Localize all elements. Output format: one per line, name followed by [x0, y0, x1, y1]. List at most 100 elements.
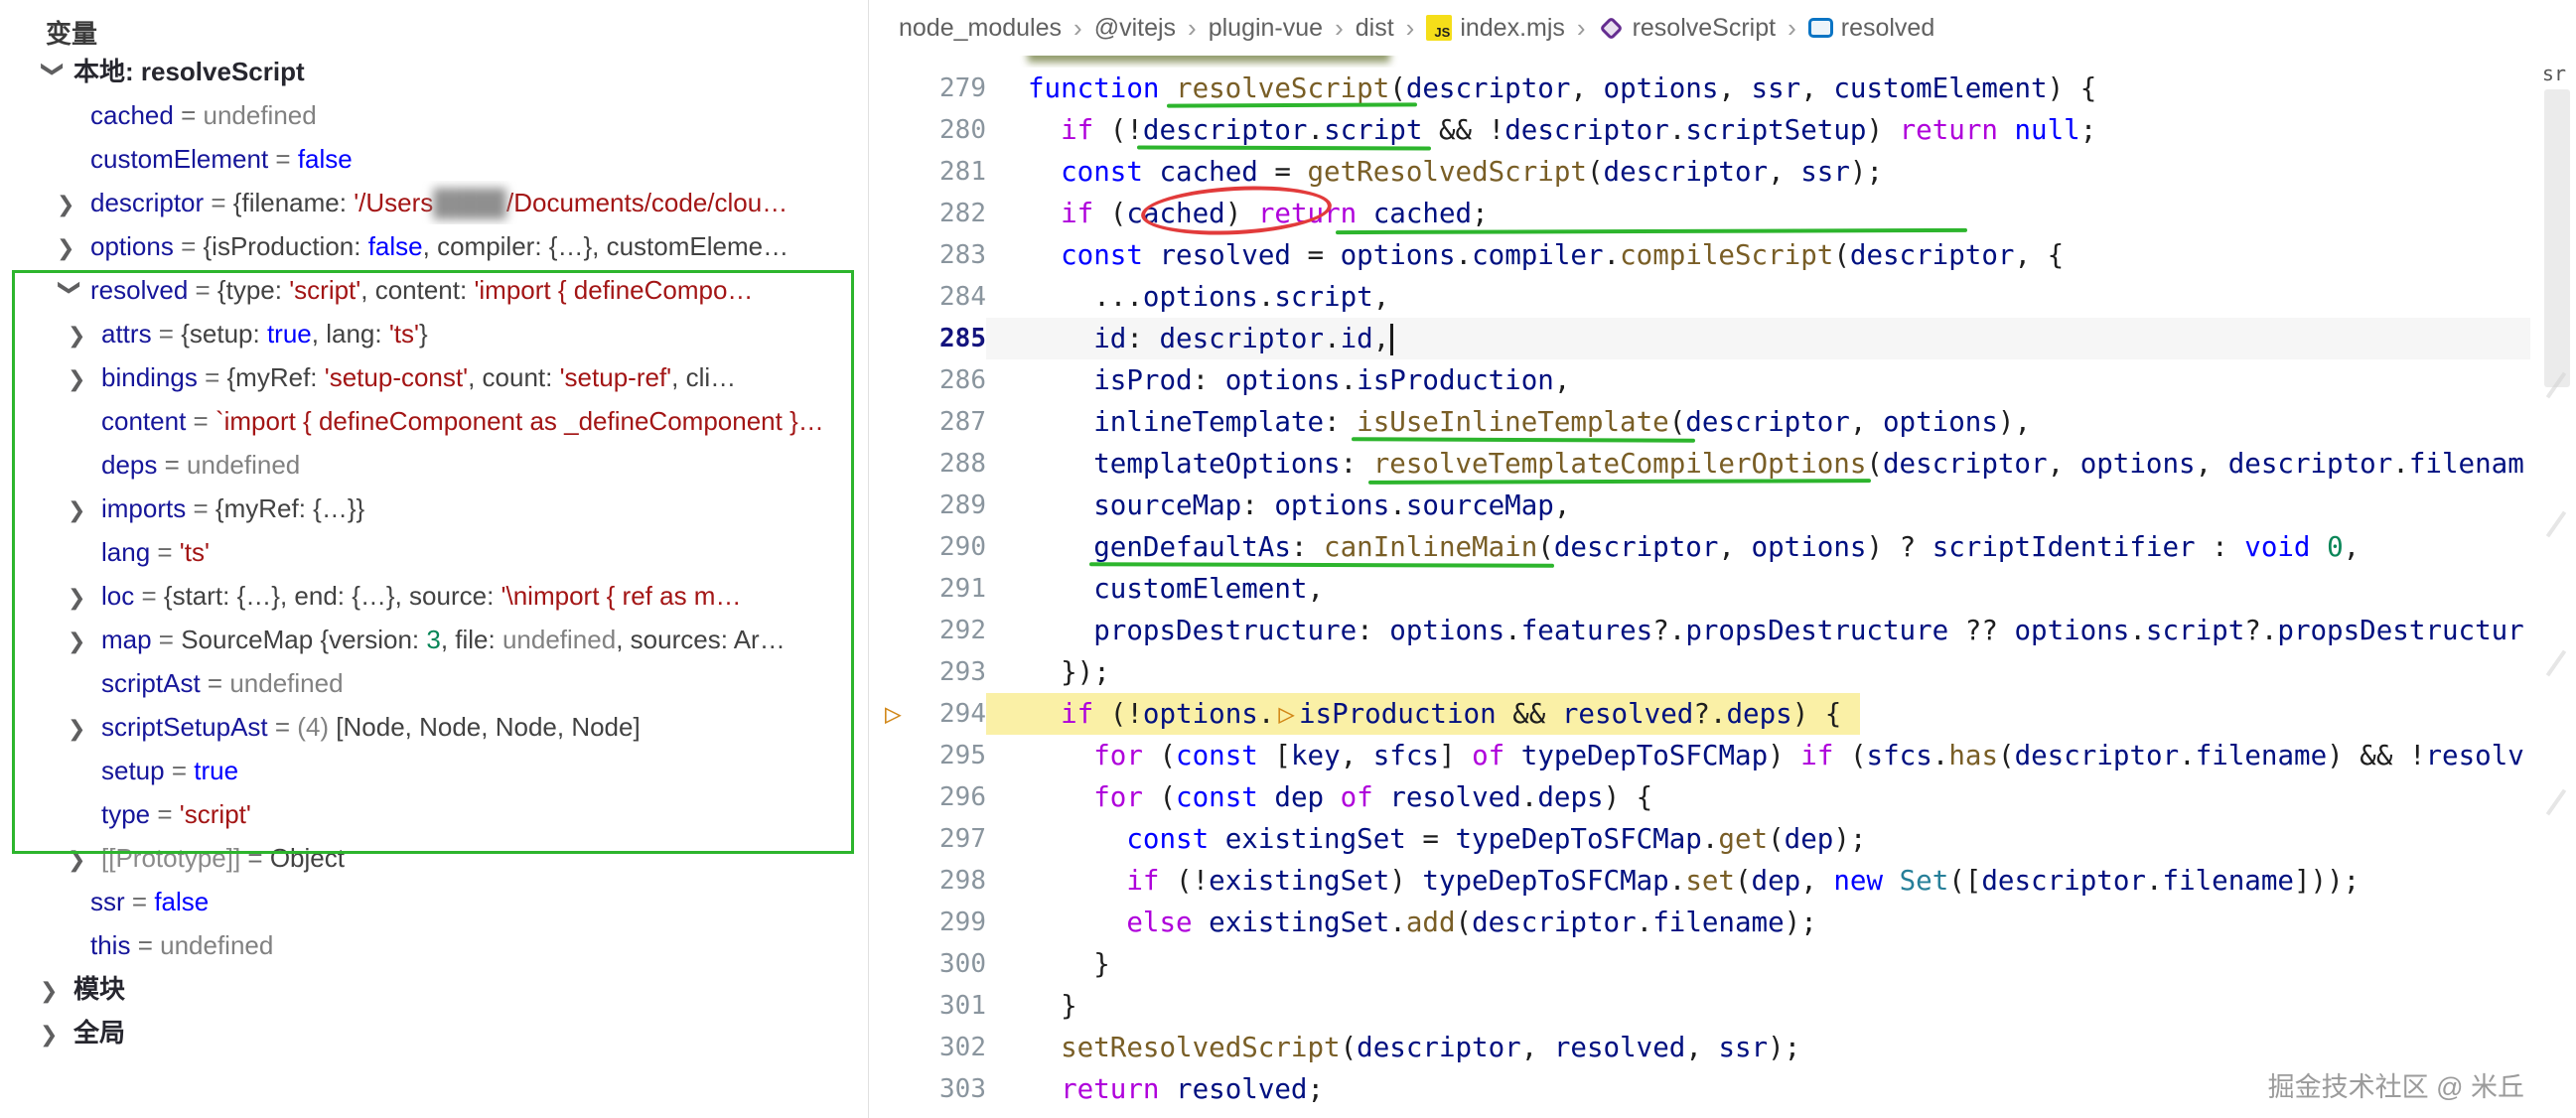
chevron-down-icon[interactable]: ❯	[32, 60, 75, 93]
code-line[interactable]: 299 else existingSet.add(descriptor.file…	[869, 902, 2576, 943]
code-text[interactable]: inlineTemplate: isUseInlineTemplate(desc…	[986, 401, 2530, 443]
code-text[interactable]: if (cached) return cached;	[986, 193, 2530, 234]
chevron-down-icon[interactable]: ❯	[49, 278, 92, 312]
scope-row[interactable]: ❯全局	[0, 1011, 868, 1054]
variable-row[interactable]: this = undefined	[0, 923, 868, 967]
line-number[interactable]: 299	[869, 902, 986, 943]
code-text[interactable]: }	[986, 1110, 2530, 1118]
variable-row[interactable]: ssr = false	[0, 880, 868, 923]
code-text[interactable]: else existingSet.add(descriptor.filename…	[986, 902, 2530, 943]
line-number[interactable]: 283	[869, 234, 986, 276]
code-line[interactable]: 289 sourceMap: options.sourceMap,	[869, 485, 2576, 526]
code-text[interactable]: templateOptions: resolveTemplateCompiler…	[986, 443, 2530, 485]
code-line[interactable]: 286 isProd: options.isProduction,	[869, 359, 2576, 401]
line-number[interactable]: 302	[869, 1027, 986, 1068]
chevron-right-icon[interactable]: ❯	[68, 357, 101, 399]
code-text[interactable]: }	[986, 943, 2530, 985]
line-number[interactable]: 289	[869, 485, 986, 526]
variable-row[interactable]: ❯options = {isProduction: false, compile…	[0, 224, 868, 268]
code-line[interactable]: 298 if (!existingSet) typeDepToSFCMap.se…	[869, 860, 2576, 902]
code-text[interactable]: isProd: options.isProduction,	[986, 359, 2530, 401]
debug-current-line-icon[interactable]: ▷	[885, 693, 902, 735]
variable-row[interactable]: ❯resolved = {type: 'script', content: 'i…	[0, 268, 868, 312]
code-text[interactable]: ▆▆▆▆▆▆▆▆▆▆▆▆▆▆▆▆▆▆▆▆▆▆	[986, 56, 2530, 68]
line-number[interactable]: 285	[869, 318, 986, 359]
line-number[interactable]: 295	[869, 735, 986, 776]
code-area[interactable]: ▆▆▆▆▆▆▆▆▆▆▆▆▆▆▆▆▆▆▆▆▆▆279function resolv…	[869, 56, 2576, 1118]
line-number[interactable]: 304	[869, 1110, 986, 1118]
code-line[interactable]: 281 const cached = getResolvedScript(des…	[869, 151, 2576, 193]
breadcrumb-item-node-modules[interactable]: node_modules	[899, 14, 1062, 43]
code-text[interactable]: const resolved = options.compiler.compil…	[986, 234, 2530, 276]
code-line[interactable]: 304}	[869, 1110, 2576, 1118]
code-text[interactable]: if (!existingSet) typeDepToSFCMap.set(de…	[986, 860, 2530, 902]
code-line[interactable]: 291 customElement,	[869, 568, 2576, 610]
variable-row[interactable]: ❯imports = {myRef: {…}}	[0, 487, 868, 530]
code-line[interactable]: 296 for (const dep of resolved.deps) {	[869, 776, 2576, 818]
line-number[interactable]: 284	[869, 276, 986, 318]
code-line[interactable]: 293 });	[869, 651, 2576, 693]
chevron-right-icon[interactable]: ❯	[57, 226, 90, 268]
scope-row[interactable]: ❯本地: resolveScript	[0, 50, 868, 93]
code-text[interactable]: customElement,	[986, 568, 2530, 610]
line-number[interactable]: 298	[869, 860, 986, 902]
code-text[interactable]: propsDestructure: options.features?.prop…	[986, 610, 2530, 651]
chevron-right-icon[interactable]: ❯	[68, 620, 101, 661]
variable-row[interactable]: customElement = false	[0, 137, 868, 181]
code-text[interactable]: const cached = getResolvedScript(descrip…	[986, 151, 2530, 193]
line-number[interactable]: 286	[869, 359, 986, 401]
line-number[interactable]: 300	[869, 943, 986, 985]
code-line[interactable]: ▷294 if (!options.▷isProduction && resol…	[869, 693, 2576, 735]
breadcrumb-item-index-mjs[interactable]: JSindex.mjs	[1426, 14, 1565, 43]
line-number[interactable]: 281	[869, 151, 986, 193]
code-text[interactable]: for (const dep of resolved.deps) {	[986, 776, 2530, 818]
line-number[interactable]: 297	[869, 818, 986, 860]
scrollbar-slider[interactable]	[2544, 89, 2570, 387]
code-line[interactable]: 302 setResolvedScript(descriptor, resolv…	[869, 1027, 2576, 1068]
chevron-right-icon[interactable]: ❯	[68, 576, 101, 618]
breadcrumb-item--vitejs[interactable]: @vitejs	[1094, 14, 1176, 43]
variable-row[interactable]: ❯descriptor = {filename: '/Users████/Doc…	[0, 181, 868, 224]
code-text[interactable]: if (!options.▷isProduction && resolved?.…	[986, 693, 2530, 735]
line-number[interactable]: 291	[869, 568, 986, 610]
variable-row[interactable]: ❯[[Prototype]] = Object	[0, 836, 868, 880]
code-text[interactable]: sourceMap: options.sourceMap,	[986, 485, 2530, 526]
line-number[interactable]: 293	[869, 651, 986, 693]
code-text[interactable]: }	[986, 985, 2530, 1027]
code-text[interactable]: const existingSet = typeDepToSFCMap.get(…	[986, 818, 2530, 860]
line-number[interactable]: 287	[869, 401, 986, 443]
breadcrumb-item-resolvescript[interactable]: resolveScript	[1598, 14, 1777, 43]
line-number[interactable]: 280	[869, 109, 986, 151]
code-line[interactable]: ▆▆▆▆▆▆▆▆▆▆▆▆▆▆▆▆▆▆▆▆▆▆	[869, 56, 2576, 68]
variable-row[interactable]: cached = undefined	[0, 93, 868, 137]
variable-row[interactable]: ❯scriptSetupAst = (4) [Node, Node, Node,…	[0, 705, 868, 749]
code-line[interactable]: 301 }	[869, 985, 2576, 1027]
code-line[interactable]: 282 if (cached) return cached;	[869, 193, 2576, 234]
line-number[interactable]: 282	[869, 193, 986, 234]
code-text[interactable]: for (const [key, sfcs] of typeDepToSFCMa…	[986, 735, 2530, 776]
variable-row[interactable]: ❯bindings = {myRef: 'setup-const', count…	[0, 355, 868, 399]
code-text[interactable]: ...options.script,	[986, 276, 2530, 318]
code-line[interactable]: 300 }	[869, 943, 2576, 985]
line-number[interactable]: 290	[869, 526, 986, 568]
code-text[interactable]: id: descriptor.id,	[986, 318, 2530, 359]
breadcrumb-item-dist[interactable]: dist	[1356, 14, 1394, 43]
code-line[interactable]: 285 id: descriptor.id,	[869, 318, 2576, 359]
chevron-right-icon[interactable]: ❯	[68, 489, 101, 530]
code-line[interactable]: 283 const resolved = options.compiler.co…	[869, 234, 2576, 276]
code-text[interactable]: function resolveScript(descriptor, optio…	[986, 68, 2530, 109]
code-line[interactable]: 290 genDefaultAs: canInlineMain(descript…	[869, 526, 2576, 568]
line-number[interactable]: 279	[869, 68, 986, 109]
code-text[interactable]: });	[986, 651, 2530, 693]
scrollbar-strip[interactable]: sr	[2532, 56, 2576, 1118]
code-text[interactable]: if (!descriptor.script && !descriptor.sc…	[986, 109, 2530, 151]
code-line[interactable]: 288 templateOptions: resolveTemplateComp…	[869, 443, 2576, 485]
line-number[interactable]: 296	[869, 776, 986, 818]
code-line[interactable]: 284 ...options.script,	[869, 276, 2576, 318]
code-text[interactable]: setResolvedScript(descriptor, resolved, …	[986, 1027, 2530, 1068]
code-line[interactable]: 295 for (const [key, sfcs] of typeDepToS…	[869, 735, 2576, 776]
code-text[interactable]: genDefaultAs: canInlineMain(descriptor, …	[986, 526, 2530, 568]
breadcrumb-item-plugin-vue[interactable]: plugin-vue	[1209, 14, 1323, 43]
variable-row[interactable]: deps = undefined	[0, 443, 868, 487]
variable-row[interactable]: ❯attrs = {setup: true, lang: 'ts'}	[0, 312, 868, 355]
